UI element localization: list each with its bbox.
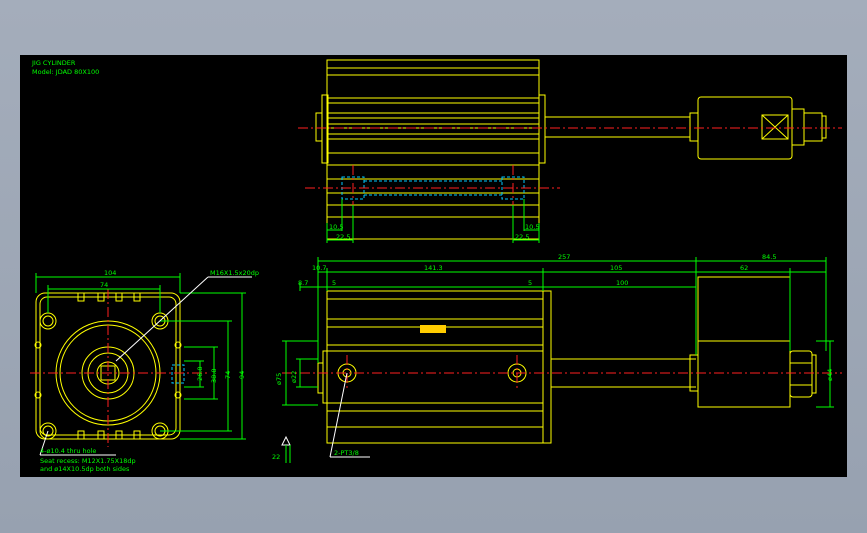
note-hole-line-1: 4-ø10.4 thru hole	[40, 447, 96, 455]
side-rod-end-block	[697, 276, 791, 408]
top-nub-left	[315, 112, 323, 142]
dim-top-10-5-right: 10.5	[525, 223, 539, 231]
dim-side-257: 257	[558, 253, 570, 261]
top-end-cap-right	[538, 94, 546, 164]
dim-side-5-right: 5	[528, 279, 532, 287]
title-line-1: JIG CYLINDER	[31, 59, 76, 67]
dim-top-22-5-left: 22.5	[336, 233, 350, 241]
dim-side-5-left: 5	[332, 279, 336, 287]
dim-side-dia-right: ø44	[826, 369, 834, 381]
note-hole-line-2: Seat recess: M12X1.75X18dp	[40, 457, 136, 465]
leader-thread-note: M16X1.5x20dp	[210, 269, 259, 277]
dim-side-100: 100	[616, 279, 628, 287]
dim-side-dia-b: ø22	[290, 371, 298, 383]
title-line-2: Model: JDAD 80X100	[32, 68, 99, 76]
dim-side-62: 62	[740, 264, 748, 272]
front-view: 104 74 26.8 38.8 74 94 M16X1.5x20dp 4-ø1…	[30, 269, 259, 473]
dim-side-22: 22	[272, 453, 280, 461]
dim-side-dia-a: ø75	[275, 373, 283, 385]
cad-viewport[interactable]: JIG CYLINDER Model: JDAD 80X100 10.5 22.…	[20, 55, 847, 477]
top-view: 10.5 22.5 22.5 10.5	[298, 59, 842, 243]
side-view: 257 84.5 10.7 141.3 105 62 8.7 5 5 100 ø…	[272, 253, 842, 463]
dim-front-94: 94	[238, 371, 246, 379]
dim-front-38-8: 38.8	[210, 369, 218, 383]
note-hole-line-3: and ø14X10.5dp both sides	[40, 465, 130, 473]
dim-top-10-5-left: 10.5	[329, 223, 343, 231]
top-body-outline	[326, 59, 540, 240]
mount-hole-tl	[39, 312, 57, 330]
nameplate	[420, 325, 446, 333]
cad-drawing: JIG CYLINDER Model: JDAD 80X100 10.5 22.…	[30, 59, 842, 473]
dim-side-105: 105	[610, 264, 622, 272]
dim-top-22-5-right: 22.5	[515, 233, 529, 241]
dim-front-104: 104	[104, 269, 116, 277]
dim-front-74: 74	[100, 281, 108, 289]
dim-front-26-8: 26.8	[196, 367, 204, 381]
dim-side-8-7: 8.7	[298, 279, 308, 287]
dim-side-141-3: 141.3	[424, 264, 443, 272]
dim-front-74-right: 74	[224, 371, 232, 379]
port-label: 2-PT3/8	[334, 449, 359, 457]
dim-side-10-7: 10.7	[312, 264, 326, 272]
dim-side-84-5: 84.5	[762, 253, 776, 261]
